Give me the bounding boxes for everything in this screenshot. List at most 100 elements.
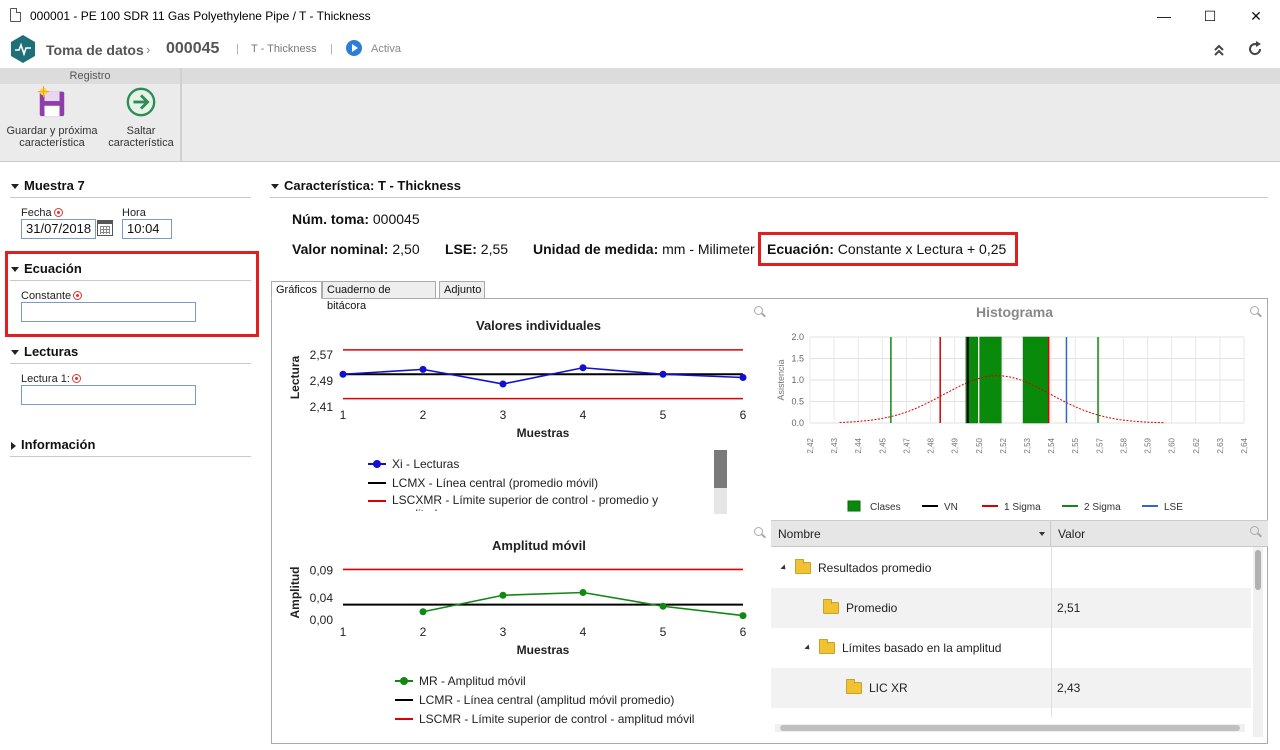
section-readings[interactable]: Lecturas xyxy=(11,344,78,359)
x-tick-label: 2,47 xyxy=(902,437,911,453)
data-point xyxy=(659,602,667,610)
minimize-button[interactable]: — xyxy=(1141,0,1187,32)
x-tick-label: 5 xyxy=(660,408,667,422)
tab-adjunto[interactable]: Adjunto xyxy=(439,281,485,299)
series-line-main xyxy=(342,366,744,385)
table-row[interactable]: Límites basado en la amplitud xyxy=(771,628,1251,668)
y-tick-label: 2,57 xyxy=(310,348,334,362)
zoom-icon[interactable] xyxy=(754,527,766,539)
section-characteristic[interactable]: Característica: T - Thickness xyxy=(271,178,461,193)
x-tick-label: 2,58 xyxy=(1119,437,1128,453)
section-characteristic-title: Característica: T - Thickness xyxy=(284,178,462,193)
breadcrumb-module[interactable]: Toma de datos xyxy=(46,42,144,58)
zoom-icon[interactable] xyxy=(1250,306,1262,318)
x-tick-label: 3 xyxy=(500,408,507,422)
normal-curve xyxy=(839,375,1166,424)
x-tick-label: 2,43 xyxy=(830,437,839,453)
y-tick-label: 2,41 xyxy=(310,400,334,414)
tab-graficos[interactable]: Gráficos xyxy=(271,281,322,299)
save-next-button[interactable]: Guardar y próxima característica xyxy=(4,86,100,152)
table-row[interactable]: LIC XR 2,43 xyxy=(771,668,1251,708)
chart-histogram: 2.0 1.5 1.0 0.5 0.02,42 2,43 2,44 2,45 2,47 2,48 2… xyxy=(776,332,1249,513)
breadcrumb-separator: | xyxy=(330,43,333,55)
section-information-title: Información xyxy=(21,437,96,452)
legend-lscmr-label: LSCMR - Límite superior de control - amp… xyxy=(419,712,695,726)
unit-label: Unidad de medida: xyxy=(533,241,659,257)
x-tick-label: 2,48 xyxy=(927,437,936,453)
grid-horizontal-scrollbar[interactable] xyxy=(775,724,1245,732)
legend-swatch xyxy=(395,699,413,701)
grid-header: Nombre Valor xyxy=(771,521,1268,547)
data-point xyxy=(739,612,747,620)
folder-icon xyxy=(819,639,835,654)
save-next-label-2: característica xyxy=(19,137,85,149)
divider xyxy=(10,456,251,457)
highlight-box-equation xyxy=(5,251,259,337)
data-point xyxy=(499,591,507,599)
x-tick-label: 2,63 xyxy=(1216,437,1225,453)
tab-cuaderno-bitacora[interactable]: Cuaderno de bitácora xyxy=(322,281,436,312)
grid-vertical-scrollbar[interactable] xyxy=(1253,547,1263,737)
reading1-input[interactable] xyxy=(21,385,196,405)
y-tick-label: 0.5 xyxy=(791,397,804,407)
divider xyxy=(270,197,1268,198)
table-row[interactable]: Resultados promedio xyxy=(771,548,1251,588)
x-tick-label: 5 xyxy=(660,625,667,639)
calendar-icon[interactable] xyxy=(97,220,113,236)
chart-individual-values: Lectura 2,57 2,49 2,41 1 2 3 4 5 6 Muestras xyxy=(288,348,747,440)
y-tick-label: 2,49 xyxy=(310,374,334,388)
breadcrumb-separator: | xyxy=(236,43,239,55)
expand-arrow-icon[interactable] xyxy=(804,644,812,652)
lse-label: LSE: xyxy=(445,241,477,257)
date-label: Fecha xyxy=(21,207,63,219)
ribbon-divider xyxy=(180,68,182,162)
save-next-icon xyxy=(37,86,65,117)
grid-col-name[interactable]: Nombre xyxy=(771,521,1051,547)
y-tick-label: 0,09 xyxy=(310,564,334,578)
x-tick-label: 2,59 xyxy=(1144,437,1153,453)
legend-lscxmr: LSCXMR - Límite superior de control - pr… xyxy=(368,493,708,511)
divider xyxy=(10,197,251,198)
scrollbar-thumb[interactable] xyxy=(780,725,1240,731)
date-input[interactable]: 31/07/2018 xyxy=(21,219,96,239)
y-axis-label: Lectura xyxy=(288,356,302,400)
reading1-label-text: Lectura 1: xyxy=(21,373,70,385)
divider xyxy=(10,363,251,364)
close-button[interactable]: ✕ xyxy=(1233,0,1279,32)
lse-value: 2,55 xyxy=(480,241,509,257)
table-row[interactable]: Promedio 2,51 xyxy=(771,588,1251,628)
skip-characteristic-button[interactable]: Saltar característica xyxy=(104,86,178,152)
scrollbar-thumb[interactable] xyxy=(1255,550,1261,590)
grid-col-value[interactable]: Valor xyxy=(1051,521,1268,547)
x-tick-label: 2,45 xyxy=(878,437,887,453)
refresh-icon[interactable] xyxy=(1246,40,1264,58)
legend-lcmx: LCMX - Línea central (promedio móvil) xyxy=(368,476,598,490)
collapse-up-icon[interactable] xyxy=(1212,43,1226,57)
legend-lcmr: LCMR - Línea central (amplitud móvil pro… xyxy=(395,693,674,707)
status-label: Activa xyxy=(371,43,401,55)
zoom-icon[interactable] xyxy=(754,306,766,318)
legend-label: LSE xyxy=(1164,502,1183,513)
data-point xyxy=(419,365,427,373)
x-tick-label: 2,54 xyxy=(1047,437,1056,453)
expand-arrow-icon[interactable] xyxy=(780,564,788,572)
chevron-right-icon: › xyxy=(146,42,151,57)
section-information[interactable]: Información xyxy=(11,437,95,452)
skip-label-1: Saltar xyxy=(126,125,156,137)
required-icon xyxy=(71,374,81,383)
sort-dropdown-icon[interactable] xyxy=(1039,532,1045,536)
grid-col-name-label: Nombre xyxy=(778,527,821,541)
x-tick-label: 2,60 xyxy=(1168,437,1177,453)
app-logo-icon[interactable] xyxy=(8,34,38,64)
maximize-button[interactable]: ☐ xyxy=(1187,0,1233,32)
x-tick-label: 2,52 xyxy=(999,437,1008,453)
ribbon-group-label: Registro xyxy=(0,68,180,84)
legend-swatch xyxy=(847,500,861,512)
legend-scrollbar[interactable] xyxy=(714,450,727,514)
section-sample[interactable]: Muestra 7 xyxy=(11,178,85,193)
lse-line: LSE: 2,55 xyxy=(445,241,508,257)
scrollbar-thumb[interactable] xyxy=(714,450,727,488)
tree-node: LIC XR xyxy=(846,668,908,708)
grid-search-icon[interactable] xyxy=(1250,526,1262,538)
time-input[interactable]: 10:04 xyxy=(122,219,172,239)
